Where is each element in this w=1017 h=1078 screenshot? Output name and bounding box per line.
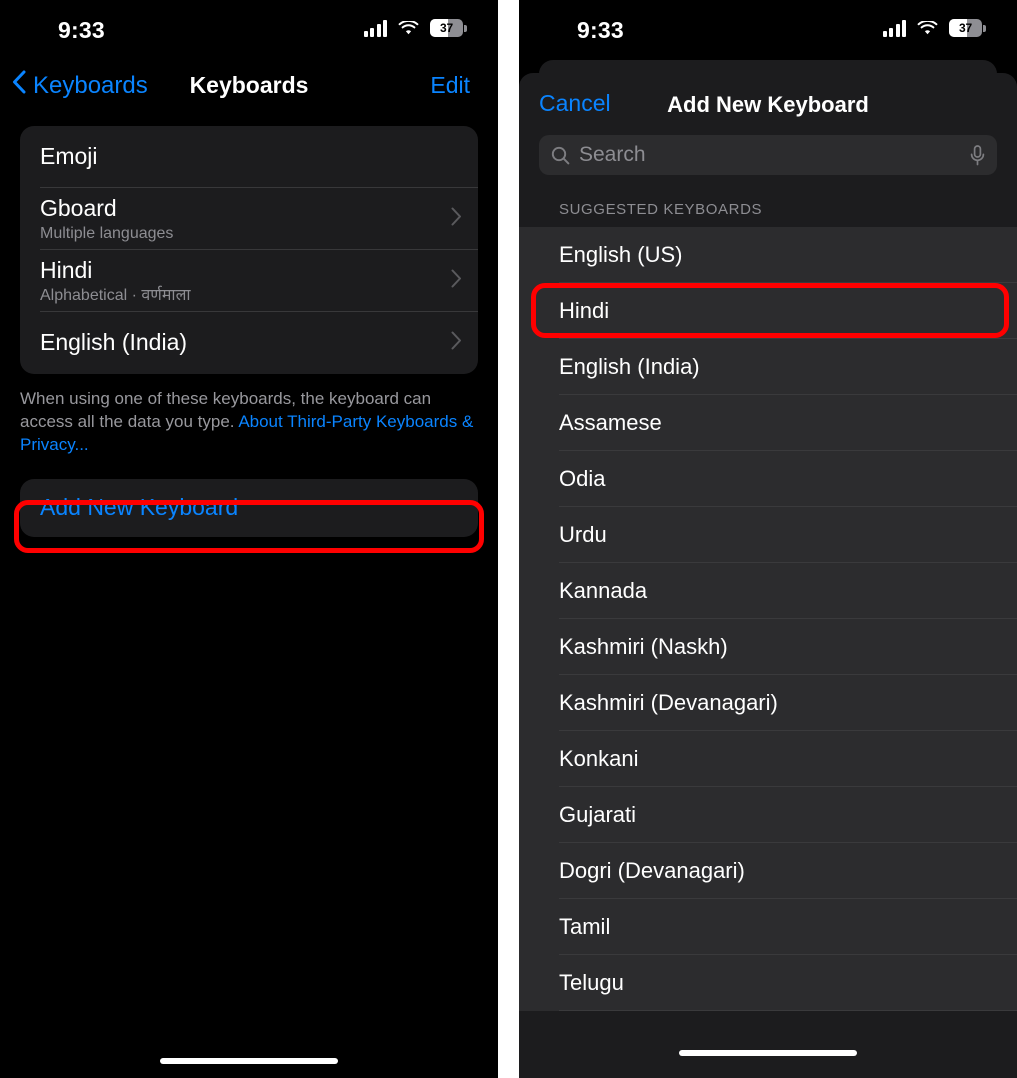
list-item[interactable]: Hindi Alphabetical · वर्णमाला <box>20 250 478 312</box>
section-header-suggested-keyboards: SUGGESTED KEYBOARDS <box>559 201 763 218</box>
list-item-label: Telugu <box>559 970 624 995</box>
list-item: Gujarati <box>519 787 1017 843</box>
chevron-right-icon <box>451 207 462 231</box>
list-item: Kashmiri (Naskh) <box>519 619 1017 675</box>
edit-button[interactable]: Edit <box>430 72 470 99</box>
list-item-label: English (India) <box>559 354 700 379</box>
privacy-footer-note: When using one of these keyboards, the k… <box>20 388 478 457</box>
list-item[interactable]: English (India) <box>20 312 478 374</box>
list-item-label: Assamese <box>559 410 662 435</box>
screenshot-root: 9:33 37 Keyboards Keyboards Edit Emoji G… <box>0 0 1017 1078</box>
list-item: Urdu <box>519 507 1017 563</box>
search-icon <box>551 146 570 165</box>
cellular-signal-icon <box>882 19 906 37</box>
list-item: Hindi <box>519 283 1017 339</box>
wifi-icon <box>398 20 419 36</box>
home-indicator <box>679 1050 857 1056</box>
list-item-label: Tamil <box>559 914 611 939</box>
list-item-label: Kashmiri (Devanagari) <box>559 690 778 715</box>
list-item: Telugu <box>519 955 1017 1011</box>
modal-navigation-bar: Cancel Add New Keyboard <box>519 73 1017 135</box>
add-keyboard-modal-sheet: Cancel Add New Keyboard Search SUGGESTED… <box>519 73 1017 1078</box>
right-phone-screen: 9:33 37 Cancel Add New Keyboard Search S… <box>519 0 1017 1078</box>
status-icons: 37 <box>882 19 986 37</box>
list-item-label: Kashmiri (Naskh) <box>559 634 728 659</box>
list-item-title: Hindi <box>40 256 93 283</box>
list-item-subtitle: Alphabetical · वर्णमाला <box>40 286 191 304</box>
chevron-right-icon <box>451 331 462 355</box>
status-bar-right: 9:33 37 <box>519 0 1017 56</box>
cellular-signal-icon <box>363 19 387 37</box>
microphone-icon[interactable] <box>970 144 985 166</box>
list-item: Kannada <box>519 563 1017 619</box>
list-item-label: Dogri (Devanagari) <box>559 858 745 883</box>
status-time: 9:33 <box>577 17 624 43</box>
status-icons: 37 <box>363 19 467 37</box>
list-item-title: Emoji <box>40 143 98 170</box>
list-item-label: English (US) <box>559 242 683 267</box>
battery-level-label: 37 <box>959 21 972 35</box>
home-indicator <box>160 1058 338 1064</box>
list-item[interactable]: Gboard Multiple languages <box>20 188 478 250</box>
wifi-icon <box>917 20 938 36</box>
add-new-keyboard-label: Add New Keyboard <box>40 494 239 521</box>
search-placeholder: Search <box>579 143 646 166</box>
search-bar-container: Search <box>519 135 1017 175</box>
list-item: Konkani <box>519 731 1017 787</box>
installed-keyboards-card: Emoji Gboard Multiple languages Hindi Al… <box>20 126 478 374</box>
list-item-title: English (India) <box>40 329 188 356</box>
list-item-label: Kannada <box>559 578 648 603</box>
row-separator <box>559 1010 1017 1011</box>
modal-title: Add New Keyboard <box>667 92 869 117</box>
list-item[interactable]: Emoji <box>20 126 478 188</box>
add-new-keyboard-button[interactable]: Add New Keyboard <box>20 478 478 537</box>
suggested-keyboards-list: English (US) Hindi English (India) Assam… <box>519 227 1017 1011</box>
list-item-label: Urdu <box>559 522 607 547</box>
page-title: Keyboards <box>189 72 309 98</box>
list-item-label: Gujarati <box>559 802 637 827</box>
list-item: Odia <box>519 451 1017 507</box>
chevron-right-icon <box>451 269 462 293</box>
status-bar-left: 9:33 37 <box>0 0 498 56</box>
list-item: Kashmiri (Devanagari) <box>519 675 1017 731</box>
list-item: English (India) <box>519 339 1017 395</box>
status-time: 9:33 <box>58 17 105 43</box>
list-item-title: Gboard <box>40 194 117 221</box>
list-item: Assamese <box>519 395 1017 451</box>
battery-level-label: 37 <box>440 21 453 35</box>
list-item-subtitle: Multiple languages <box>40 224 174 242</box>
list-item: Tamil <box>519 899 1017 955</box>
battery-icon: 37 <box>430 19 467 37</box>
battery-icon: 37 <box>949 19 986 37</box>
list-item-label: Odia <box>559 466 606 491</box>
navigation-bar: Keyboards Keyboards Edit <box>0 56 498 118</box>
list-item-label: Hindi <box>559 298 610 323</box>
search-input[interactable]: Search <box>539 135 997 175</box>
panel-divider <box>498 0 519 1078</box>
list-item: Dogri (Devanagari) <box>519 843 1017 899</box>
left-phone-screen: 9:33 37 Keyboards Keyboards Edit Emoji G… <box>0 0 498 1078</box>
list-item: English (US) <box>519 227 1017 283</box>
list-item-label: Konkani <box>559 746 639 771</box>
